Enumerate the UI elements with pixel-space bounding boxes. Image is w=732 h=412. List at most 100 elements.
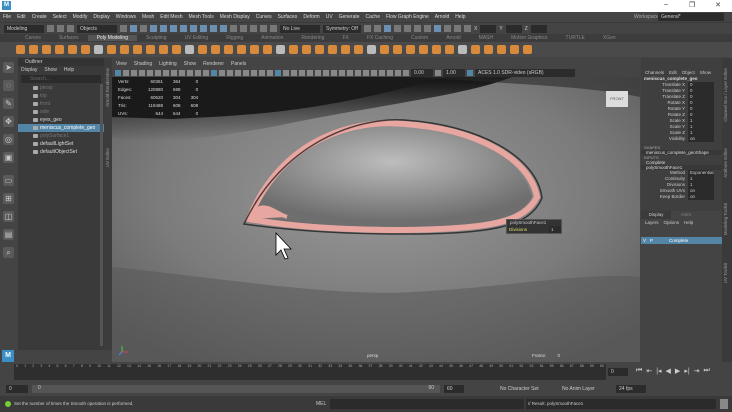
- menu-curves[interactable]: Curves: [256, 14, 272, 20]
- menu-mesh[interactable]: Mesh: [142, 14, 154, 20]
- shelf-tab-rendering[interactable]: Rendering: [292, 35, 333, 41]
- menu-file[interactable]: File: [3, 14, 11, 20]
- shelf-tool-icon[interactable]: [198, 45, 207, 54]
- layer-playback-toggle[interactable]: P: [650, 237, 653, 244]
- view-cube[interactable]: FRONT: [606, 91, 628, 107]
- exposure-field[interactable]: 0.00: [411, 68, 433, 77]
- shelf-tool-icon[interactable]: [81, 45, 90, 54]
- shelf-tool-icon[interactable]: [250, 45, 259, 54]
- shelf-tab-uv-editing[interactable]: UV Editing: [176, 35, 218, 41]
- tab-channel-box[interactable]: Channel Box / Layer Editor: [723, 68, 728, 122]
- viewport-menu-renderer[interactable]: Renderer: [203, 60, 224, 68]
- outliner-item[interactable]: top: [18, 92, 104, 100]
- selection-mode-dropdown[interactable]: Objects: [77, 24, 117, 33]
- step-back-key-icon[interactable]: ⇤: [646, 367, 652, 375]
- mel-label[interactable]: MEL: [316, 401, 326, 407]
- outliner-item[interactable]: persp: [18, 84, 104, 92]
- outliner-item[interactable]: meniscus_complete_geo: [18, 124, 104, 132]
- gamma-field[interactable]: 1.00: [443, 68, 465, 77]
- tab-modeling-toolkit[interactable]: Modeling Toolkit: [723, 203, 728, 235]
- shelf-tab-motion-graphics[interactable]: Motion Graphics: [502, 35, 556, 41]
- outliner-scrollbar[interactable]: [100, 84, 103, 346]
- workspace-dropdown[interactable]: General*: [658, 13, 724, 21]
- shelf-tab-sculpting[interactable]: Sculpting: [137, 35, 176, 41]
- shelf-tool-icon[interactable]: [484, 45, 493, 54]
- tab-uv-toolkit[interactable]: UV Toolkit: [723, 263, 728, 283]
- menu-uv[interactable]: UV: [326, 14, 333, 20]
- shelf-tab-fx-caching[interactable]: FX Caching: [358, 35, 402, 41]
- shelf-tab-turtle[interactable]: TURTLE: [557, 35, 594, 41]
- rotate-tool-icon[interactable]: ◎: [3, 134, 14, 145]
- shelf-tool-icon[interactable]: [16, 45, 25, 54]
- y-field[interactable]: [505, 24, 522, 33]
- menu-flow-graph-engine[interactable]: Flow Graph Engine: [386, 14, 429, 20]
- outliner-item[interactable]: side: [18, 108, 104, 116]
- shelf-tool-icon[interactable]: [380, 45, 389, 54]
- step-forward-key-icon[interactable]: ⇥: [694, 367, 700, 375]
- viewport-menu-panels[interactable]: Panels: [231, 60, 246, 68]
- outliner-item[interactable]: front: [18, 100, 104, 108]
- menu-edit-mesh[interactable]: Edit Mesh: [160, 14, 182, 20]
- outliner-search-input[interactable]: Search...: [21, 75, 101, 83]
- layer-menu-help[interactable]: Help: [684, 219, 693, 227]
- menu-cache[interactable]: Cache: [366, 14, 380, 20]
- shelf-tab-curves[interactable]: Curves: [16, 35, 50, 41]
- menu-deform[interactable]: Deform: [303, 14, 319, 20]
- scale-tool-icon[interactable]: ▣: [3, 152, 14, 163]
- paint-select-icon[interactable]: ✎: [3, 98, 14, 109]
- outliner-menu-show[interactable]: Show: [44, 66, 57, 74]
- live-surface-field[interactable]: No Live Surface: [280, 24, 320, 40]
- tab-anim[interactable]: Anim: [671, 211, 701, 219]
- symmetry-dropdown[interactable]: Symmetry: Off: [323, 24, 361, 33]
- start-time-field[interactable]: 0: [6, 385, 28, 393]
- shelf-tool-icon[interactable]: [497, 45, 506, 54]
- shelf-tab-arnold[interactable]: Arnold: [437, 35, 469, 41]
- shelf-tab-xgen[interactable]: XGen: [594, 35, 625, 41]
- shelf-tool-icon[interactable]: [172, 45, 181, 54]
- lasso-tool-icon[interactable]: ◌: [3, 80, 14, 91]
- layout-two-icon[interactable]: ◫: [3, 211, 14, 222]
- shelf-tool-icon[interactable]: [237, 45, 246, 54]
- menu-edit[interactable]: Edit: [17, 14, 26, 20]
- channel-row[interactable]: Visibility on: [641, 136, 722, 142]
- outliner-item[interactable]: polySurface1: [18, 132, 104, 140]
- divisions-field[interactable]: 1: [549, 226, 561, 233]
- current-frame-field[interactable]: 0: [608, 368, 628, 376]
- minimize-button[interactable]: –: [660, 1, 672, 8]
- menu-modify[interactable]: Modify: [73, 14, 88, 20]
- viewport-menu-lighting[interactable]: Lighting: [159, 60, 177, 68]
- maya-home-icon[interactable]: M: [2, 350, 14, 362]
- mode-dropdown[interactable]: Modeling: [4, 24, 44, 33]
- play-back-icon[interactable]: ◀: [666, 367, 671, 375]
- x-field[interactable]: [480, 24, 497, 33]
- shelf-tool-icon[interactable]: [276, 45, 285, 54]
- shelf-tool-icon[interactable]: [133, 45, 142, 54]
- viewport-menu-view[interactable]: View: [116, 60, 127, 68]
- shelf-tool-icon[interactable]: [406, 45, 415, 54]
- viewport-menu-show[interactable]: Show: [184, 60, 197, 68]
- shelf-tab-poly-modeling[interactable]: Poly Modeling: [87, 35, 137, 41]
- shelf-tool-icon[interactable]: [94, 45, 103, 54]
- shelf-tool-icon[interactable]: [302, 45, 311, 54]
- shelf-tab-custom[interactable]: Custom: [402, 35, 437, 41]
- tab-arnold-renderview[interactable]: Arnold RenderView: [105, 68, 110, 107]
- move-tool-icon[interactable]: ✥: [3, 116, 14, 127]
- outliner-menu-display[interactable]: Display: [21, 66, 37, 74]
- play-forward-icon[interactable]: ▶: [675, 367, 680, 375]
- key-back-icon[interactable]: |◂: [656, 367, 661, 375]
- layer-menu-options[interactable]: Options: [664, 219, 680, 227]
- range-slider-bar[interactable]: 0 60: [32, 385, 440, 393]
- outliner-item[interactable]: defaultObjectSet: [18, 148, 104, 156]
- shelf-tool-icon[interactable]: [159, 45, 168, 54]
- menu-mesh-display[interactable]: Mesh Display: [220, 14, 250, 20]
- shelf-tool-icon[interactable]: [419, 45, 428, 54]
- shelf-tool-icon[interactable]: [120, 45, 129, 54]
- go-to-start-icon[interactable]: ⏮: [636, 367, 642, 375]
- outliner-item[interactable]: eyes_geo: [18, 116, 104, 124]
- shelf-tool-icon[interactable]: [510, 45, 519, 54]
- tab-display[interactable]: Display: [641, 211, 671, 219]
- shelf-tool-icon[interactable]: [354, 45, 363, 54]
- menu-help[interactable]: Help: [455, 14, 465, 20]
- layout-outliner-icon[interactable]: ▤: [3, 229, 14, 240]
- layout-four-icon[interactable]: ⊞: [3, 193, 14, 204]
